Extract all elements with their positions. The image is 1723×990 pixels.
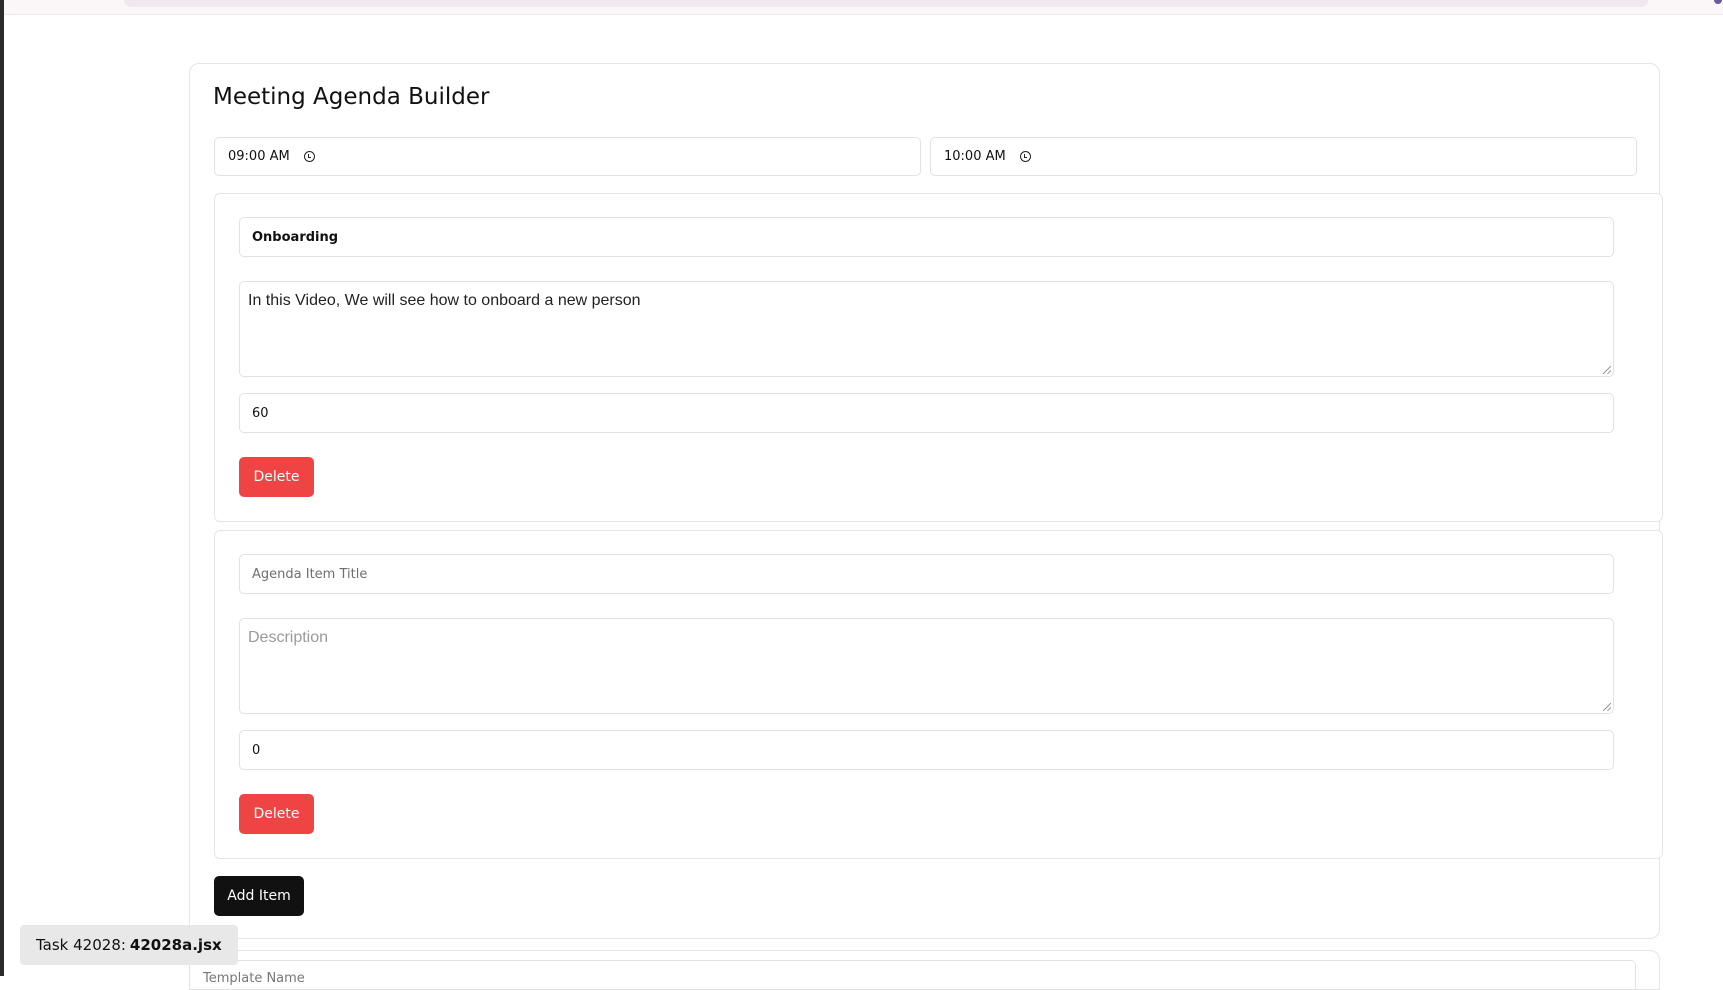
agenda-item-title-input[interactable]: Onboarding <box>239 217 1614 257</box>
agenda-item-title-value: Onboarding <box>252 229 339 245</box>
agenda-item-duration-value: 0 <box>252 742 261 758</box>
end-time-value: 10:00 AM <box>944 149 1006 164</box>
agenda-item-title-placeholder: Agenda Item Title <box>252 566 368 582</box>
page-title: Meeting Agenda Builder <box>213 84 490 110</box>
agenda-item: Onboarding In this Video, We will see ho… <box>214 193 1663 522</box>
resize-handle-icon[interactable] <box>1603 703 1611 711</box>
browser-top-bar <box>4 0 1723 15</box>
delete-button[interactable]: Delete <box>239 457 314 497</box>
clock-icon[interactable] <box>303 151 315 162</box>
template-name-input[interactable]: Template Name <box>189 960 1636 990</box>
task-label-prefix: Task 42028: <box>36 936 126 954</box>
start-time-value: 09:00 AM <box>228 149 290 164</box>
agenda-item-duration-input[interactable]: 60 <box>239 393 1614 433</box>
resize-handle-icon[interactable] <box>1603 366 1611 374</box>
agenda-item-duration-value: 60 <box>252 405 269 421</box>
agenda-builder-card: Meeting Agenda Builder 09:00 AM 10:00 AM… <box>189 63 1663 939</box>
add-item-button[interactable]: Add Item <box>214 876 304 916</box>
agenda-item-duration-input[interactable]: 0 <box>239 730 1614 770</box>
profile-icon[interactable] <box>1714 0 1722 4</box>
agenda-item-title-input[interactable]: Agenda Item Title <box>239 554 1614 594</box>
template-name-placeholder: Template Name <box>203 971 305 986</box>
agenda-item-description-input[interactable]: Description <box>239 618 1614 714</box>
agenda-item: Agenda Item Title Description 0 Delete <box>214 530 1663 859</box>
task-label: Task 42028: 42028a.jsx <box>20 925 238 965</box>
address-bar[interactable] <box>124 0 1648 7</box>
agenda-item-description-value: In this Video, We will see how to onboar… <box>248 292 641 309</box>
clock-icon[interactable] <box>1019 151 1031 162</box>
start-time-input[interactable]: 09:00 AM <box>214 137 921 176</box>
delete-button[interactable]: Delete <box>239 794 314 834</box>
end-time-input[interactable]: 10:00 AM <box>930 137 1637 176</box>
window-left-edge <box>0 0 4 976</box>
task-label-file: 42028a.jsx <box>129 936 222 954</box>
agenda-item-description-input[interactable]: In this Video, We will see how to onboar… <box>239 281 1614 377</box>
agenda-item-description-placeholder: Description <box>248 629 329 646</box>
